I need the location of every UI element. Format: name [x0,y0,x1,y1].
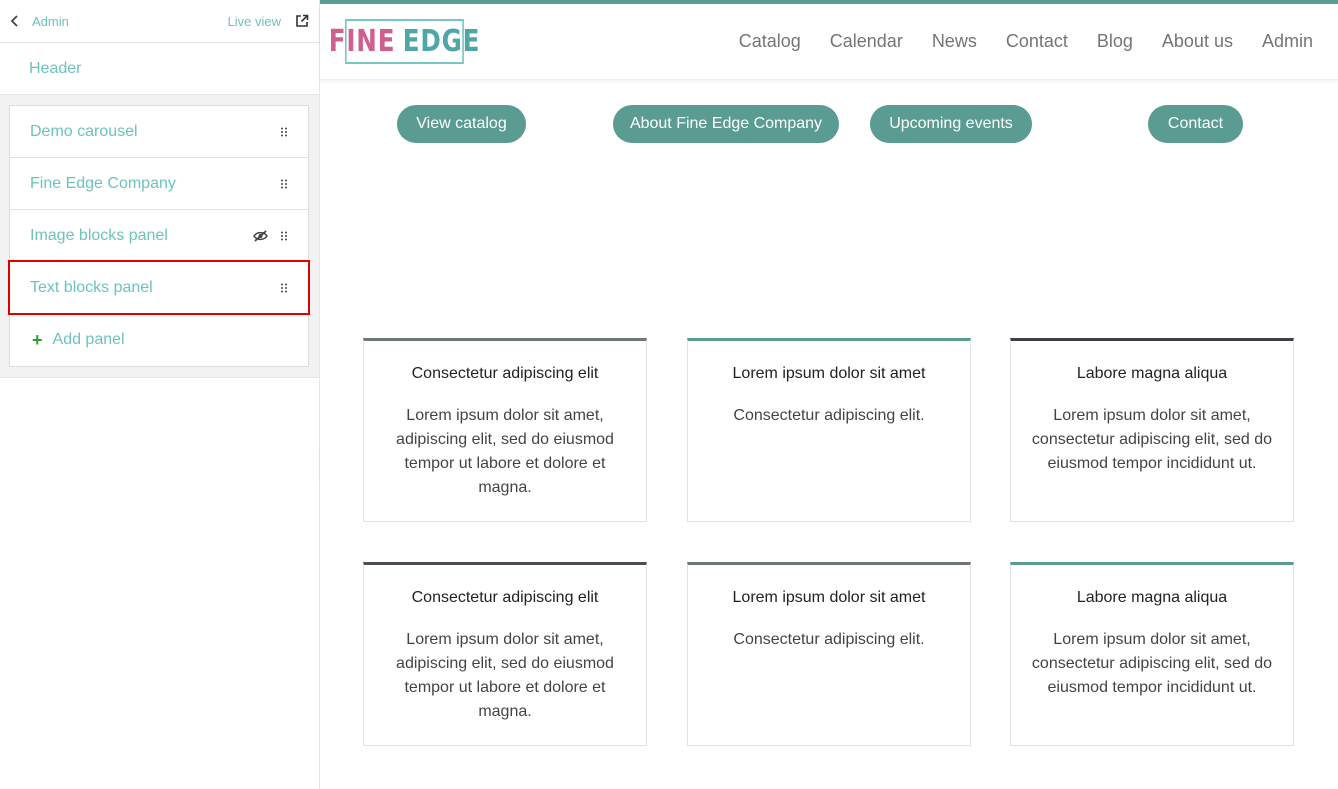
card-title: Labore magna aliqua [1076,589,1228,606]
card-text: Consectetur adipiscing elit. [733,407,925,424]
panel-list: Demo carousel Fine Edge Company Image bl… [8,105,310,367]
card-text: Lorem ipsum dolor sit amet, adipiscing e… [396,631,614,720]
card-title: Labore magna aliqua [1076,365,1228,382]
nav-calendar[interactable]: Calendar [830,31,903,52]
panel-item-fine-edge-company[interactable]: Fine Edge Company [10,158,308,210]
text-block-card: Labore magna aliqua Lorem ipsum dolor si… [1010,338,1294,522]
upcoming-events-button[interactable]: Upcoming events [870,105,1032,143]
site-logo[interactable]: FINE EDGE [329,19,479,64]
site-nav: Catalog Calendar News Contact Blog About… [710,31,1313,52]
hero-buttons: View catalog About Fine Edge Company Upc… [320,80,1338,170]
view-catalog-button[interactable]: View catalog [397,105,526,143]
add-panel-button[interactable]: + Add panel [10,314,308,366]
panel-item-demo-carousel[interactable]: Demo carousel [10,106,308,158]
admin-sidebar: Admin Live view Header Demo carousel Fin… [0,0,320,789]
nav-news[interactable]: News [932,31,977,52]
text-block-card: Consectetur adipiscing elit Lorem ipsum … [363,338,647,522]
text-block-card: Lorem ipsum dolor sit amet Consectetur a… [687,562,971,746]
panel-item-label: Text blocks panel [30,278,153,296]
panel-item-text-blocks[interactable]: Text blocks panel [8,260,310,315]
sidebar-topbar: Admin Live view [0,0,319,43]
logo-text-edge: EDGE [402,24,481,59]
card-title: Consectetur adipiscing elit [411,365,599,382]
nav-catalog[interactable]: Catalog [739,31,801,52]
panel-item-label: Fine Edge Company [30,174,176,192]
eye-hidden-icon[interactable] [253,230,268,242]
back-to-admin-link[interactable]: Admin [10,14,69,29]
sidebar-header-item[interactable]: Header [0,43,319,95]
chevron-left-icon [10,15,18,27]
drag-handle-icon[interactable] [280,127,288,137]
drag-handle-icon[interactable] [280,231,288,241]
external-link-icon [296,14,309,27]
about-company-button[interactable]: About Fine Edge Company [613,105,839,143]
nav-admin[interactable]: Admin [1262,31,1313,52]
panel-list-area: Demo carousel Fine Edge Company Image bl… [0,95,319,378]
card-text: Lorem ipsum dolor sit amet, consectetur … [1031,407,1273,472]
logo-text-fine: FINE [328,24,396,59]
live-view-link[interactable]: Live view [228,14,309,29]
card-title: Consectetur adipiscing elit [411,589,599,606]
card-text: Consectetur adipiscing elit. [733,631,925,648]
card-text: Lorem ipsum dolor sit amet, adipiscing e… [396,407,614,496]
text-block-card: Lorem ipsum dolor sit amet Consectetur a… [687,338,971,522]
panel-item-label: Demo carousel [30,122,138,140]
panel-item-label: Image blocks panel [30,226,168,244]
nav-contact[interactable]: Contact [1006,31,1068,52]
nav-blog[interactable]: Blog [1097,31,1133,52]
live-view-label: Live view [227,13,281,29]
site-header: FINE EDGE Catalog Calendar News Contact … [320,4,1338,80]
contact-button[interactable]: Contact [1148,105,1243,143]
text-block-card: Labore magna aliqua Lorem ipsum dolor si… [1010,562,1294,746]
text-block-card: Consectetur adipiscing elit Lorem ipsum … [363,562,647,746]
drag-handle-icon[interactable] [280,283,288,293]
drag-handle-icon[interactable] [280,179,288,189]
card-title: Lorem ipsum dolor sit amet [732,365,926,382]
back-label: Admin [32,13,69,29]
card-title: Lorem ipsum dolor sit amet [732,589,926,606]
site-preview: FINE EDGE Catalog Calendar News Contact … [320,0,1338,789]
add-panel-label: Add panel [52,331,125,348]
plus-icon: + [32,330,43,350]
panel-item-image-blocks[interactable]: Image blocks panel [10,210,308,262]
nav-about-us[interactable]: About us [1162,31,1233,52]
card-text: Lorem ipsum dolor sit amet, consectetur … [1031,631,1273,696]
